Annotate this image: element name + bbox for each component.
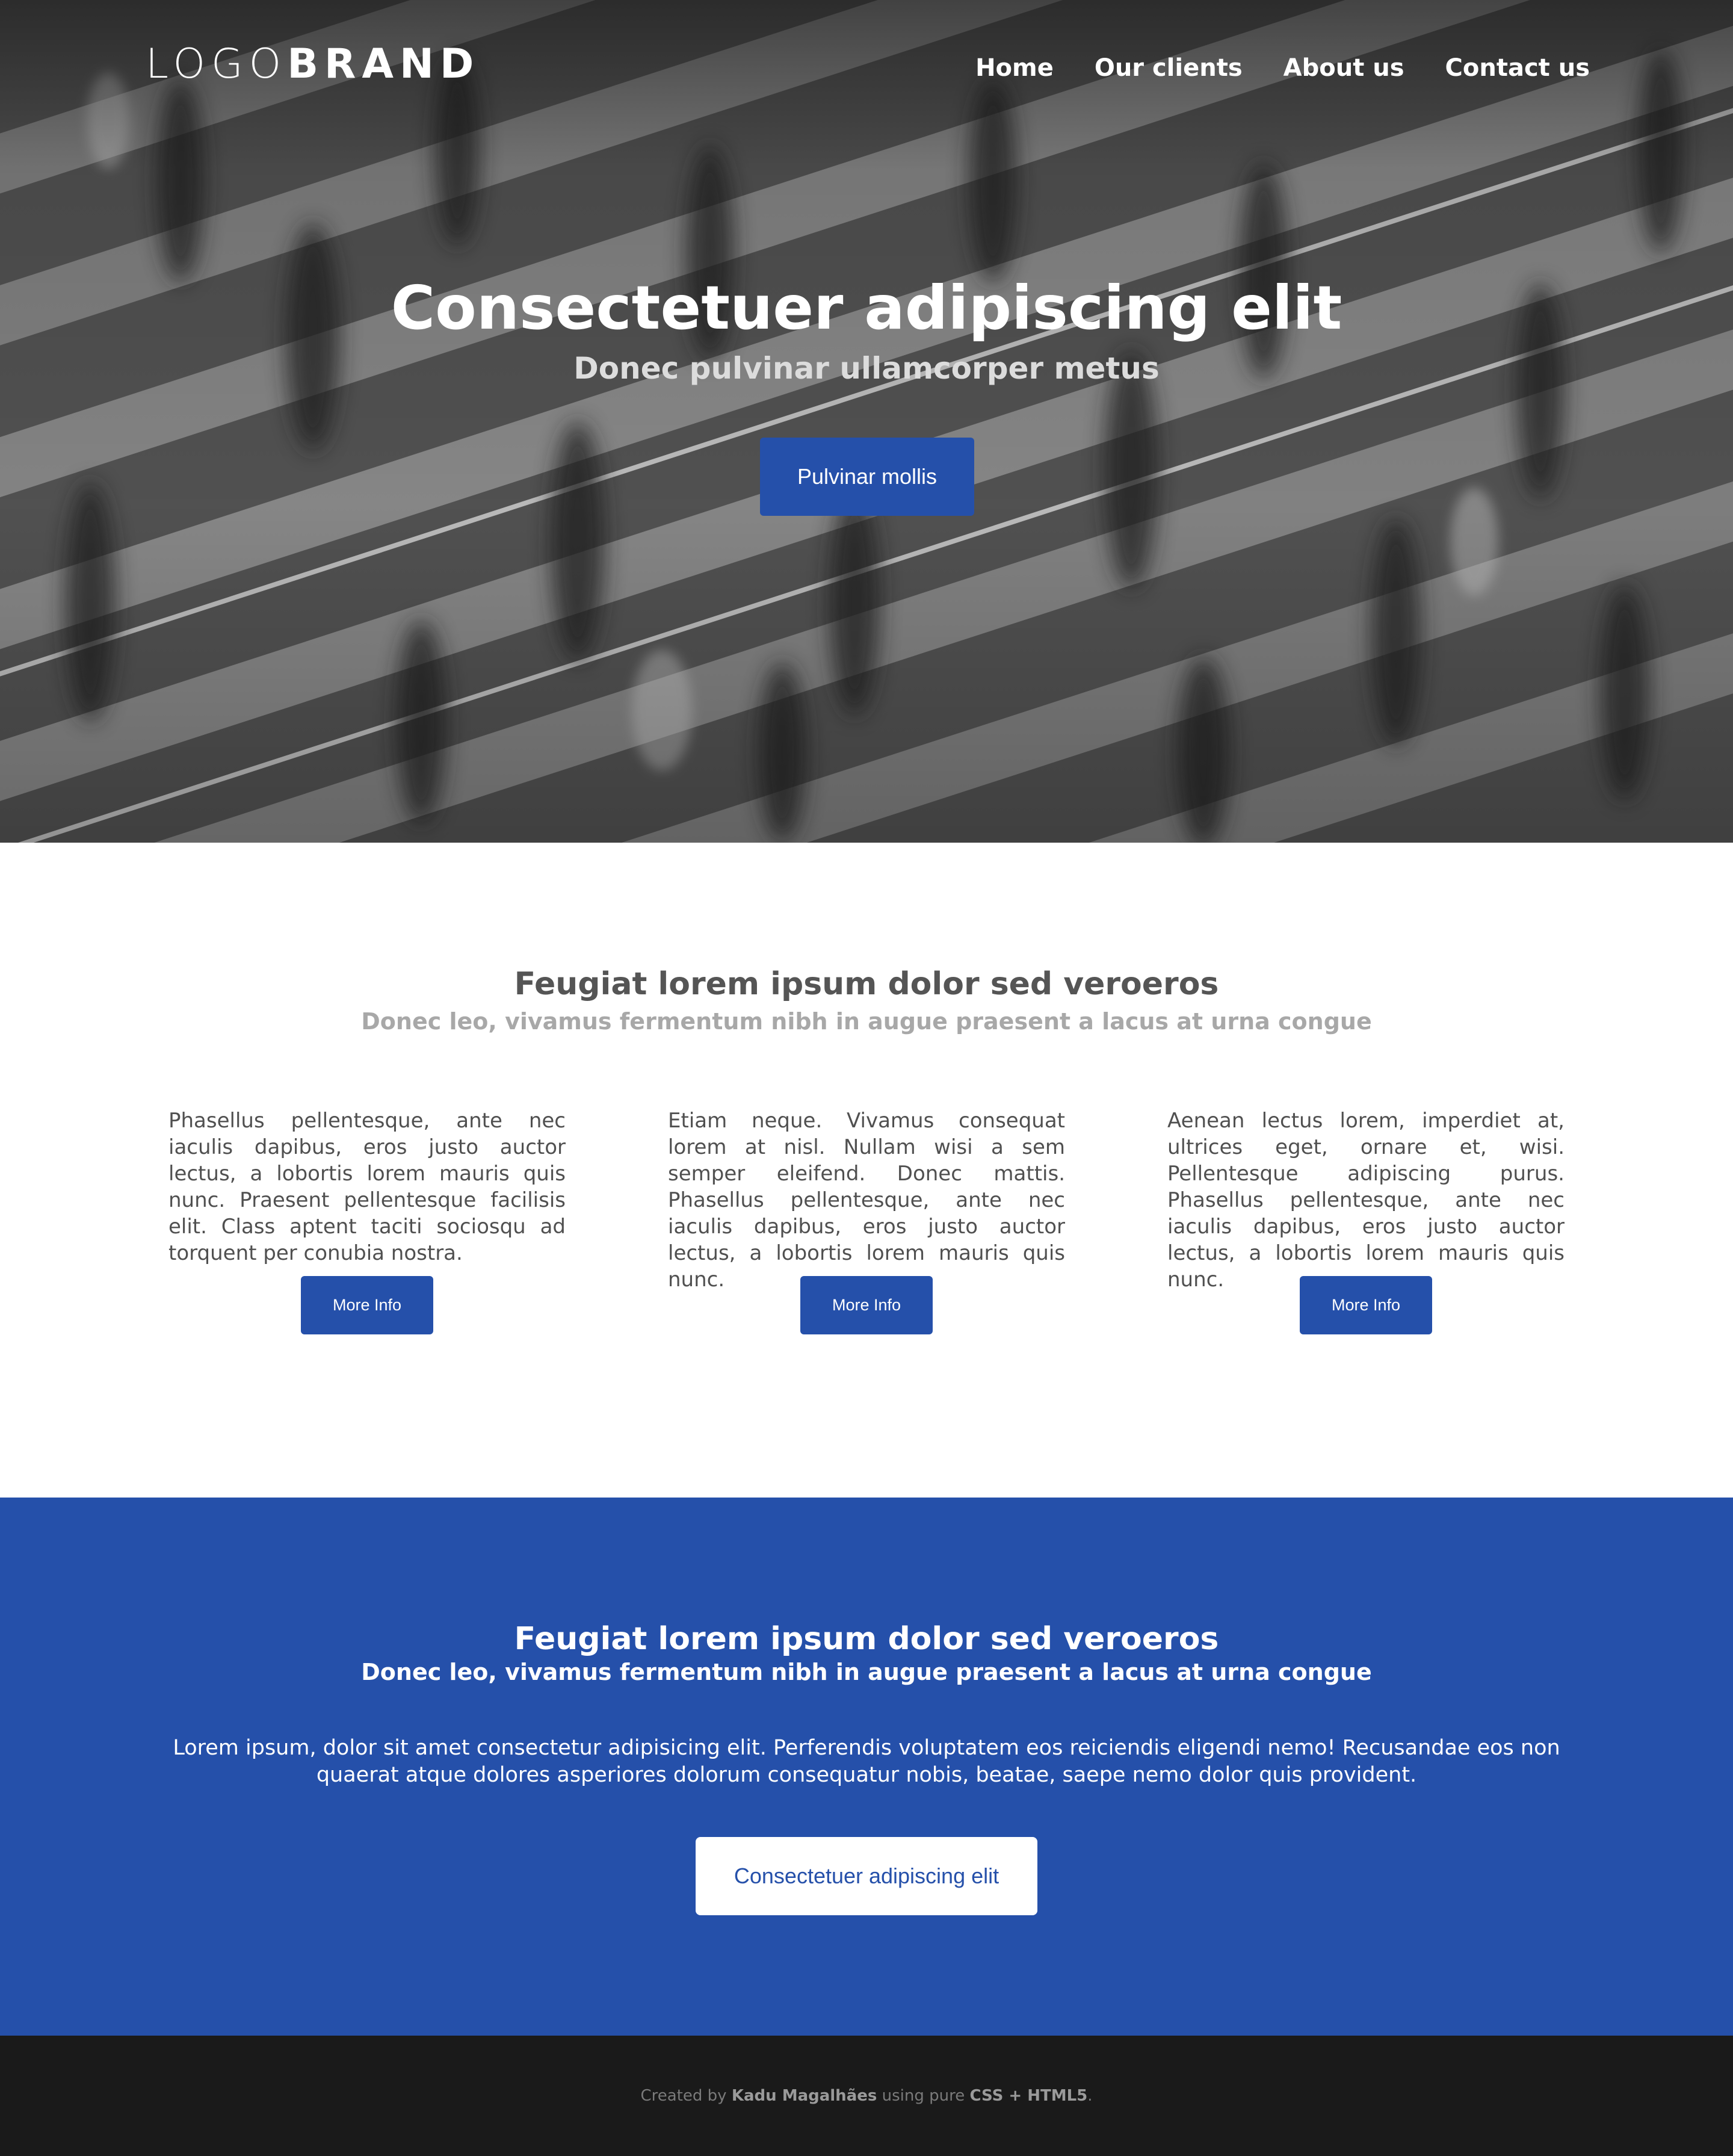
feature-text-1: Phasellus pellentesque, ante nec iaculis… — [168, 1109, 566, 1265]
hero-subtitle: Donec pulvinar ullamcorper metus — [573, 351, 1160, 386]
footer-tech: CSS + HTML5 — [969, 2087, 1088, 2105]
cta-text: Lorem ipsum, dolor sit amet consectetur … — [173, 1736, 1560, 1787]
hero-cta-button[interactable]: Pulvinar mollis — [760, 438, 974, 516]
cta-subtitle: Donec leo, vivamus fermentum nibh in aug… — [361, 1659, 1372, 1685]
nav-our-clients[interactable]: Our clients — [1095, 48, 1243, 88]
footer: Created by Kadu Magalhães using pure CSS… — [0, 2036, 1733, 2156]
footer-credit: Created by Kadu Magalhães using pure CSS… — [0, 2084, 1733, 2108]
cta-button[interactable]: Consectetuer adipiscing elit — [696, 1837, 1037, 1915]
more-info-button-3[interactable]: More Info — [1300, 1276, 1432, 1334]
logo[interactable]: LOGOBRAND — [146, 37, 480, 91]
cta-title: Feugiat lorem ipsum dolor sed veroeros — [514, 1621, 1219, 1657]
cta-section: Feugiat lorem ipsum dolor sed veroeros D… — [0, 1498, 1733, 2036]
features-title: Feugiat lorem ipsum dolor sed veroeros — [514, 966, 1219, 1002]
footer-middle: using pure — [882, 2087, 965, 2105]
more-info-button-1[interactable]: More Info — [301, 1276, 433, 1334]
logo-light-text: LOGO — [146, 40, 288, 88]
logo-bold-text: BRAND — [287, 40, 480, 88]
feature-text-3: Aenean lectus lorem, imperdiet at, ultri… — [1167, 1109, 1565, 1292]
feature-column-2: Etiam neque. Vivamus consequat lorem at … — [668, 1107, 1065, 1293]
features-section: Feugiat lorem ipsum dolor sed veroeros D… — [0, 843, 1733, 1498]
hero-title: Consectetuer adipiscing elit — [391, 273, 1342, 343]
features-subtitle: Donec leo, vivamus fermentum nibh in aug… — [361, 1008, 1372, 1035]
footer-prefix: Created by — [640, 2087, 727, 2105]
hero-overlay — [0, 0, 1733, 843]
nav-about-us[interactable]: About us — [1284, 48, 1404, 88]
more-info-button-2[interactable]: More Info — [800, 1276, 933, 1334]
main-nav: Home Our clients About us Contact us — [934, 48, 1590, 88]
feature-text-2: Etiam neque. Vivamus consequat lorem at … — [668, 1109, 1065, 1292]
hero-section: LOGOBRAND Home Our clients About us Cont… — [0, 0, 1733, 843]
footer-suffix: . — [1087, 2087, 1093, 2105]
feature-column-3: Aenean lectus lorem, imperdiet at, ultri… — [1167, 1107, 1565, 1293]
footer-author-link[interactable]: Kadu Magalhães — [732, 2087, 877, 2105]
nav-contact-us[interactable]: Contact us — [1445, 48, 1590, 88]
feature-column-1: Phasellus pellentesque, ante nec iaculis… — [168, 1107, 566, 1266]
nav-home[interactable]: Home — [975, 48, 1054, 88]
